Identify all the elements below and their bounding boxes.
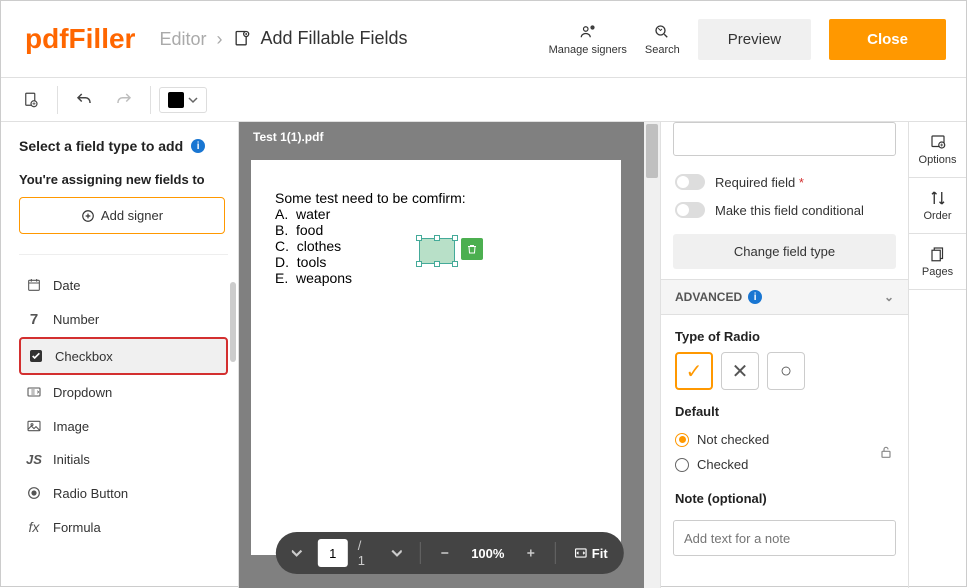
info-icon[interactable]: i [748,290,762,304]
breadcrumb: Editor › Add Fillable Fields [159,29,407,50]
fit-button[interactable]: Fit [566,546,616,561]
chevron-down-icon [188,95,198,105]
field-type-formula[interactable]: fxFormula [19,510,228,544]
rail-options[interactable]: Options [909,122,966,178]
preview-button[interactable]: Preview [698,19,811,60]
page-total: / 1 [354,538,376,568]
close-button[interactable]: Close [829,19,946,60]
manage-signers-button[interactable]: Manage signers [549,23,627,56]
sidebar-title: Select a field type to add i [19,138,228,154]
field-type-date[interactable]: Date [19,268,228,302]
default-checked-radio[interactable] [675,458,689,472]
formula-icon: fx [25,519,43,535]
search-button[interactable]: Search [645,23,680,56]
document-filename: Test 1(1).pdf [239,122,660,152]
document-scrollbar[interactable] [644,122,660,588]
field-type-number[interactable]: 7Number [19,302,228,337]
logo: pdfFiller [1,23,159,55]
sidebar-scrollbar[interactable] [230,282,236,362]
required-toggle[interactable] [675,174,705,190]
type-of-radio-label: Type of Radio [661,315,908,352]
required-label: Required field * [715,175,804,190]
page-navigation: / 1 100% Fit [275,532,623,574]
document-page[interactable]: Some test need to be comfirm:A. waterB. … [251,160,621,555]
radio-icon [25,485,43,501]
color-swatch [168,92,184,108]
field-type-radio[interactable]: Radio Button [19,476,228,510]
field-type-initials[interactable]: JSInitials [19,443,228,476]
field-type-image[interactable]: Image [19,409,228,443]
zoom-level: 100% [465,546,510,561]
default-label: Default [661,390,908,427]
color-picker[interactable] [159,87,207,113]
rail-order[interactable]: Order [909,178,966,234]
next-page-button[interactable] [381,538,409,568]
image-icon [25,418,43,434]
document-text-line: E. weapons [275,270,597,286]
field-type-checkbox[interactable]: Checkbox [19,337,228,375]
rail-pages[interactable]: Pages [909,234,966,290]
radio-type-x[interactable]: ✕ [721,352,759,390]
document-text-line: Some test need to be comfirm: [275,190,597,206]
zoom-in-button[interactable] [516,538,544,568]
document-text-line: A. water [275,206,597,222]
radio-type-check[interactable]: ✓ [675,352,713,390]
properties-panel: Required field * Make this field conditi… [660,122,908,588]
left-sidebar: Select a field type to add i You're assi… [1,122,239,588]
page-number-input[interactable] [318,539,348,567]
breadcrumb-current: Add Fillable Fields [232,29,407,49]
prev-page-button[interactable] [283,538,311,568]
chevron-right-icon: › [216,29,222,50]
default-not-checked-radio[interactable] [675,433,689,447]
document-settings-button[interactable] [13,82,49,118]
note-label: Note (optional) [661,477,908,514]
add-signer-button[interactable]: Add signer [19,197,225,234]
advanced-section-header[interactable]: ADVANCED i ⌄ [661,279,908,315]
right-rail: Options Order Pages [908,122,966,588]
change-field-type-button[interactable]: Change field type [673,234,896,269]
radio-type-circle[interactable]: ○ [767,352,805,390]
number-icon: 7 [25,311,43,328]
info-icon[interactable]: i [191,139,205,153]
assign-label: You're assigning new fields to [19,172,228,187]
delete-field-button[interactable] [461,238,483,260]
zoom-out-button[interactable] [431,538,459,568]
initials-icon: JS [25,452,43,467]
undo-button[interactable] [66,82,102,118]
conditional-label: Make this field conditional [715,203,864,218]
lock-icon[interactable] [878,444,908,460]
dropdown-icon [25,384,43,400]
breadcrumb-prev[interactable]: Editor [159,29,206,50]
checkbox-field-placeholder[interactable] [419,238,455,264]
chevron-down-icon: ⌄ [884,290,894,304]
date-icon [25,277,43,293]
note-input[interactable] [673,520,896,556]
field-type-dropdown[interactable]: Dropdown [19,375,228,409]
redo-button[interactable] [106,82,142,118]
field-name-input[interactable] [673,122,896,156]
document-viewer: Test 1(1).pdf Some test need to be comfi… [239,122,660,588]
checkbox-icon [27,348,45,364]
conditional-toggle[interactable] [675,202,705,218]
